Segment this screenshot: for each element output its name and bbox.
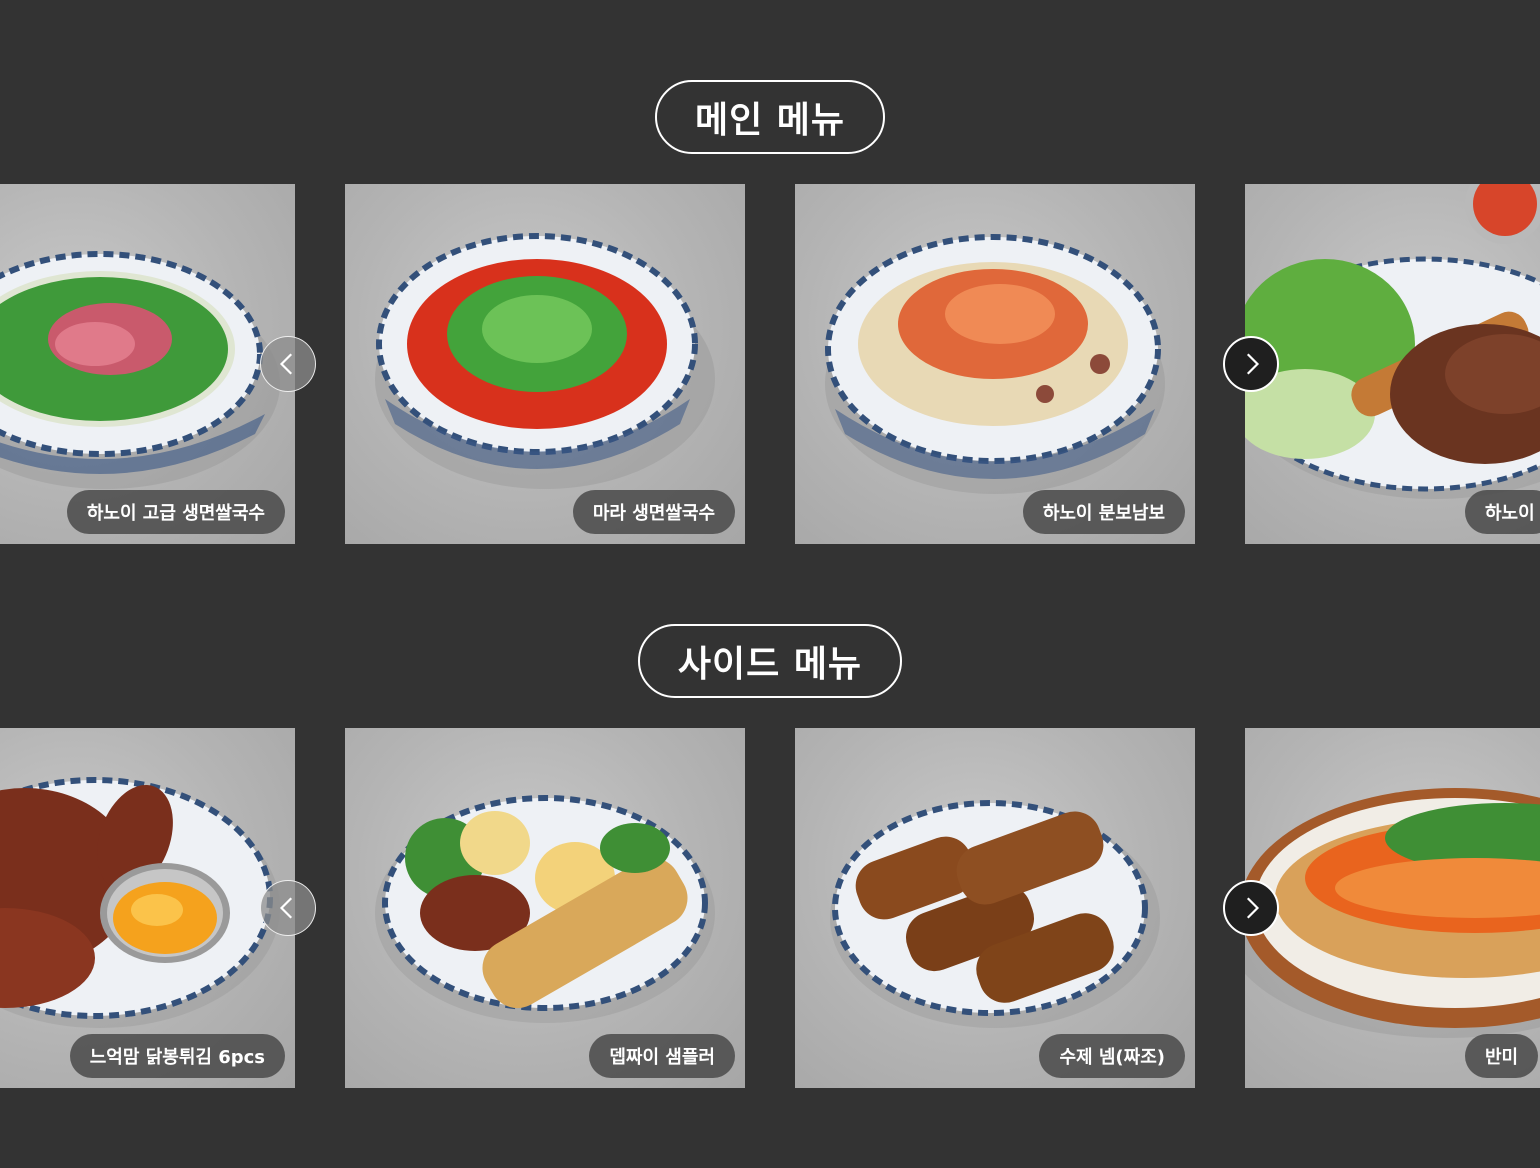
- menu-card-main-4[interactable]: 하노이: [1245, 184, 1540, 544]
- side-menu-prev-button[interactable]: [260, 880, 316, 936]
- menu-card-side-2[interactable]: 뎁짜이 샘플러: [345, 728, 745, 1088]
- main-menu-carousel: 하노이 고급 생면쌀국수 마라 생면쌀국수 하노이 분보남보 하노이: [0, 184, 1540, 544]
- menu-card-side-3[interactable]: 수제 넴(짜조): [795, 728, 1195, 1088]
- menu-item-label: 느억맘 닭봉튀김 6pcs: [69, 1034, 285, 1078]
- menu-card-side-1[interactable]: 느억맘 닭봉튀김 6pcs: [0, 728, 295, 1088]
- chevron-left-icon: [279, 353, 293, 375]
- menu-card-main-1[interactable]: 하노이 고급 생면쌀국수: [0, 184, 295, 544]
- chevron-right-icon: [1246, 353, 1260, 375]
- menu-item-label: 뎁짜이 샘플러: [589, 1034, 735, 1078]
- side-menu-carousel: 느억맘 닭봉튀김 6pcs 뎁짜이 샘플러 수제 넴(짜조) 반미: [0, 728, 1540, 1088]
- menu-item-label: 수제 넴(짜조): [1039, 1034, 1185, 1078]
- menu-item-label: 마라 생면쌀국수: [572, 490, 735, 534]
- main-menu-next-button[interactable]: [1223, 336, 1279, 392]
- menu-item-label: 반미: [1465, 1034, 1539, 1078]
- side-menu-title: 사이드 메뉴: [638, 624, 902, 698]
- menu-card-main-2[interactable]: 마라 생면쌀국수: [345, 184, 745, 544]
- main-menu-title: 메인 메뉴: [655, 80, 885, 154]
- menu-item-label: 하노이 분보남보: [1022, 490, 1185, 534]
- chevron-left-icon: [279, 897, 293, 919]
- menu-card-main-3[interactable]: 하노이 분보남보: [795, 184, 1195, 544]
- main-menu-prev-button[interactable]: [260, 336, 316, 392]
- chevron-right-icon: [1246, 897, 1260, 919]
- menu-card-side-4[interactable]: 반미: [1245, 728, 1540, 1088]
- menu-item-label: 하노이: [1465, 490, 1540, 534]
- menu-item-label: 하노이 고급 생면쌀국수: [66, 490, 285, 534]
- side-menu-next-button[interactable]: [1223, 880, 1279, 936]
